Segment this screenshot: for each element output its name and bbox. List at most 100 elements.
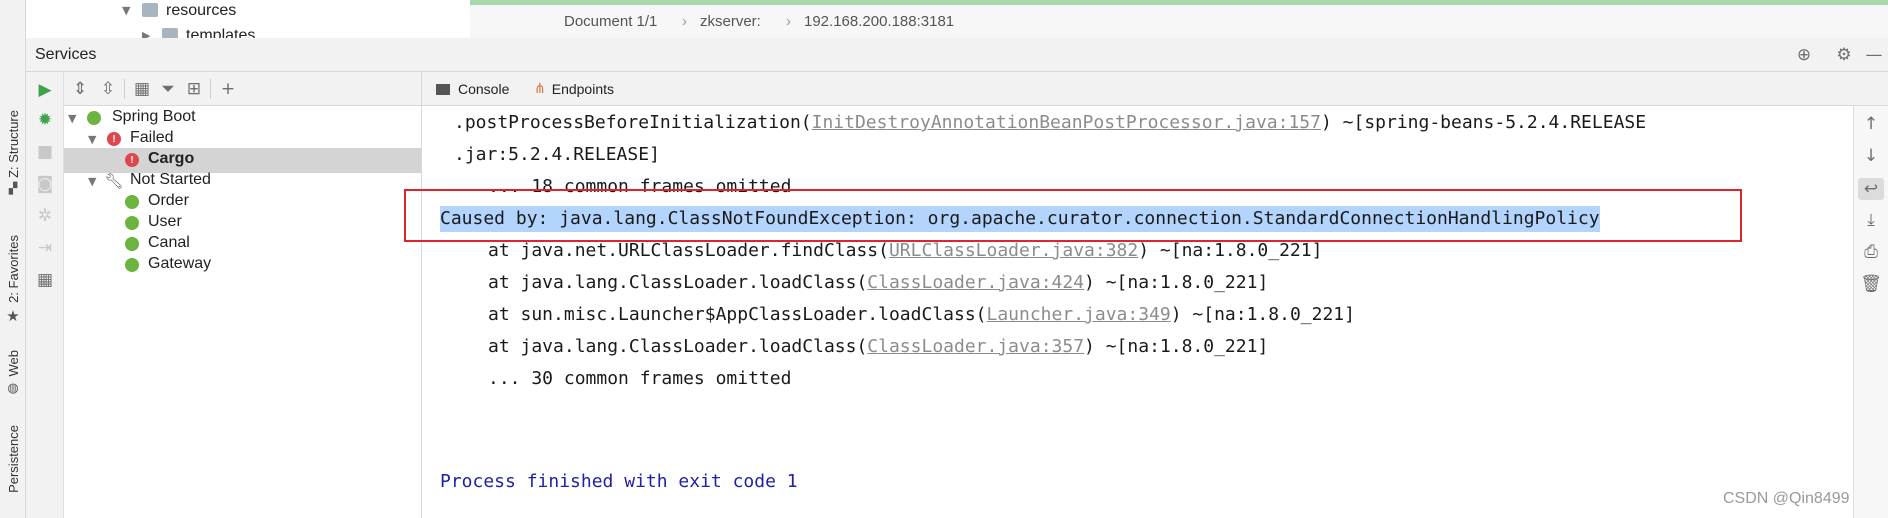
- console-text: at sun.misc.Launcher$AppClassLoader.load…: [488, 304, 987, 325]
- debug-icon[interactable]: ✹: [35, 110, 55, 130]
- tree-node-label: User: [148, 213, 182, 230]
- console-text: at java.lang.ClassLoader.loadClass(: [488, 272, 868, 293]
- console-text: at java.lang.ClassLoader.loadClass(: [488, 336, 868, 357]
- tabs-bar: Console ⋔ Endpoints: [421, 72, 1888, 109]
- tab-console[interactable]: Console: [436, 72, 522, 109]
- stack-frame: at java.lang.ClassLoader.loadClass(Class…: [488, 334, 1268, 360]
- exit-icon[interactable]: ⇥: [35, 238, 55, 258]
- tree-node-label: Failed: [130, 129, 174, 146]
- expand-all-icon[interactable]: ⇕: [70, 79, 90, 99]
- breadcrumb-address[interactable]: 192.168.200.188:3181: [804, 13, 954, 30]
- source-link[interactable]: InitDestroyAnnotationBeanPostProcessor.j…: [812, 112, 1321, 133]
- console-output[interactable]: .postProcessBeforeInitialization(InitDes…: [404, 106, 1853, 518]
- source-link[interactable]: URLClassLoader.java:382: [889, 240, 1138, 261]
- gear-icon[interactable]: ⚙: [1834, 45, 1854, 65]
- console-line: ... 30 common frames omitted: [488, 368, 792, 389]
- console-text: ) ~[na:1.8.0_221]: [1170, 304, 1355, 325]
- chevron-down-icon[interactable]: ▼: [88, 133, 96, 146]
- source-link[interactable]: ClassLoader.java:357: [867, 336, 1084, 357]
- tree-item-templates[interactable]: templates: [186, 27, 255, 38]
- favorites-tab-label: 2: Favorites: [5, 235, 21, 303]
- trash-icon[interactable]: 🗑︎: [1860, 274, 1882, 294]
- arrow-down-icon[interactable]: ↓: [1861, 146, 1881, 166]
- services-title: Services: [35, 46, 97, 63]
- services-tree: ▼ Spring Boot ▼ ! Failed ! Cargo ▼ 🔧︎ No…: [64, 106, 421, 518]
- tree-node-label: Not Started: [130, 171, 211, 188]
- chevron-down-icon[interactable]: ▼: [68, 112, 76, 125]
- filter-icon[interactable]: ⏷: [158, 79, 178, 99]
- left-tool-stripe: Z: Structure ▞ 2: Favorites ★ Web ◍ Pers…: [0, 0, 26, 518]
- add-service-icon[interactable]: +: [216, 79, 240, 99]
- persistence-tab[interactable]: Persistence: [0, 425, 26, 493]
- console-line: .jar:5.2.4.RELEASE]: [454, 144, 660, 165]
- source-link[interactable]: Launcher.java:349: [987, 304, 1171, 325]
- console-icon: [436, 83, 450, 95]
- wrench-icon: 🔧︎: [104, 172, 124, 190]
- tree-node-label: Canal: [148, 234, 190, 251]
- console-text: ) ~[na:1.8.0_221]: [1138, 240, 1323, 261]
- tree-node-gateway[interactable]: Gateway: [64, 253, 421, 278]
- console-text: .postProcessBeforeInitialization(: [454, 112, 812, 133]
- run-icon[interactable]: ▶: [35, 80, 55, 100]
- chevron-down-icon[interactable]: ▼: [88, 175, 96, 188]
- error-icon: !: [124, 152, 140, 168]
- stack-frame: at sun.misc.Launcher$AppClassLoader.load…: [488, 302, 1355, 328]
- spring-boot-icon: [86, 110, 102, 126]
- bug-icon[interactable]: ✲: [35, 206, 55, 226]
- print-icon[interactable]: ⎙: [1861, 242, 1881, 262]
- source-link[interactable]: ClassLoader.java:424: [867, 272, 1084, 293]
- tree-node-label: Gateway: [148, 255, 212, 272]
- minimize-icon[interactable]: —: [1864, 45, 1884, 65]
- tree-node-label: Cargo: [148, 150, 195, 167]
- spring-boot-icon: [124, 215, 140, 231]
- services-action-column: ▶ ✹ ■ ◙ ✲ ⇥ ▦: [26, 72, 64, 518]
- stop-icon[interactable]: ■: [35, 142, 55, 162]
- toolbar-divider: [210, 79, 211, 99]
- exit-message: Process finished with exit code 1: [440, 471, 798, 492]
- star-icon: ★: [6, 306, 20, 325]
- tab-console-label: Console: [458, 81, 510, 97]
- tree-node-label: Spring Boot: [112, 108, 196, 125]
- structure-tab[interactable]: Z: Structure ▞: [0, 110, 26, 195]
- soft-wrap-icon[interactable]: ↩: [1858, 178, 1884, 200]
- layout-icon[interactable]: ▦: [35, 270, 55, 290]
- scroll-to-end-icon[interactable]: ⤓: [1861, 210, 1881, 230]
- console-line: .postProcessBeforeInitialization(InitDes…: [454, 110, 1646, 136]
- project-tree-peek: ▼ resources ▶ templates: [26, 0, 470, 38]
- target-icon[interactable]: ⊕: [1794, 45, 1814, 65]
- new-group-icon[interactable]: ⊞: [184, 79, 204, 99]
- services-header: Services ⊕ ⚙ —: [26, 38, 1888, 72]
- tab-endpoints[interactable]: ⋔ Endpoints: [534, 72, 634, 106]
- console-text: ) ~[spring-beans-5.2.4.RELEASE: [1320, 112, 1647, 133]
- status-progress-strip: [470, 0, 1888, 5]
- console-text: at java.net.URLClassLoader.findClass(: [488, 240, 889, 261]
- chevron-down-icon[interactable]: ▼: [122, 4, 130, 17]
- watermark: CSDN @Qin8499: [1723, 490, 1850, 507]
- arrow-up-icon[interactable]: ↑: [1861, 114, 1881, 134]
- toolbar-divider: [124, 79, 125, 99]
- persistence-tab-label: Persistence: [5, 425, 21, 493]
- console-side-toolbar: ↑ ↓ ↩ ⤓ ⎙ 🗑︎: [1853, 106, 1888, 518]
- spring-boot-icon: [124, 236, 140, 252]
- breadcrumb-separator: ›: [786, 13, 791, 30]
- breadcrumb-server[interactable]: zkserver:: [700, 13, 761, 30]
- collapse-all-icon[interactable]: ⇳: [98, 79, 118, 99]
- editor-breadcrumb-bar: Document 1/1 › zkserver: › 192.168.200.1…: [470, 0, 1888, 38]
- stack-frame: at java.lang.ClassLoader.loadClass(Class…: [488, 270, 1268, 296]
- breadcrumb-separator: ›: [682, 13, 687, 30]
- tree-node-label: Order: [148, 192, 189, 209]
- chevron-right-icon[interactable]: ▶: [142, 29, 150, 38]
- web-tab-label: Web: [5, 350, 21, 377]
- breadcrumb-document[interactable]: Document 1/1: [564, 13, 657, 30]
- tree-item-resources[interactable]: resources: [166, 2, 236, 20]
- web-tab[interactable]: Web ◍: [0, 350, 26, 396]
- camera-icon[interactable]: ◙: [35, 174, 55, 194]
- error-icon: !: [106, 131, 122, 147]
- highlight-box: [404, 189, 1742, 242]
- spring-boot-icon: [124, 257, 140, 273]
- folder-icon: [162, 28, 178, 38]
- endpoints-icon: ⋔: [534, 81, 546, 97]
- console-text: ) ~[na:1.8.0_221]: [1084, 336, 1269, 357]
- favorites-tab[interactable]: 2: Favorites ★: [0, 235, 26, 325]
- group-by-icon[interactable]: ▦: [132, 79, 152, 99]
